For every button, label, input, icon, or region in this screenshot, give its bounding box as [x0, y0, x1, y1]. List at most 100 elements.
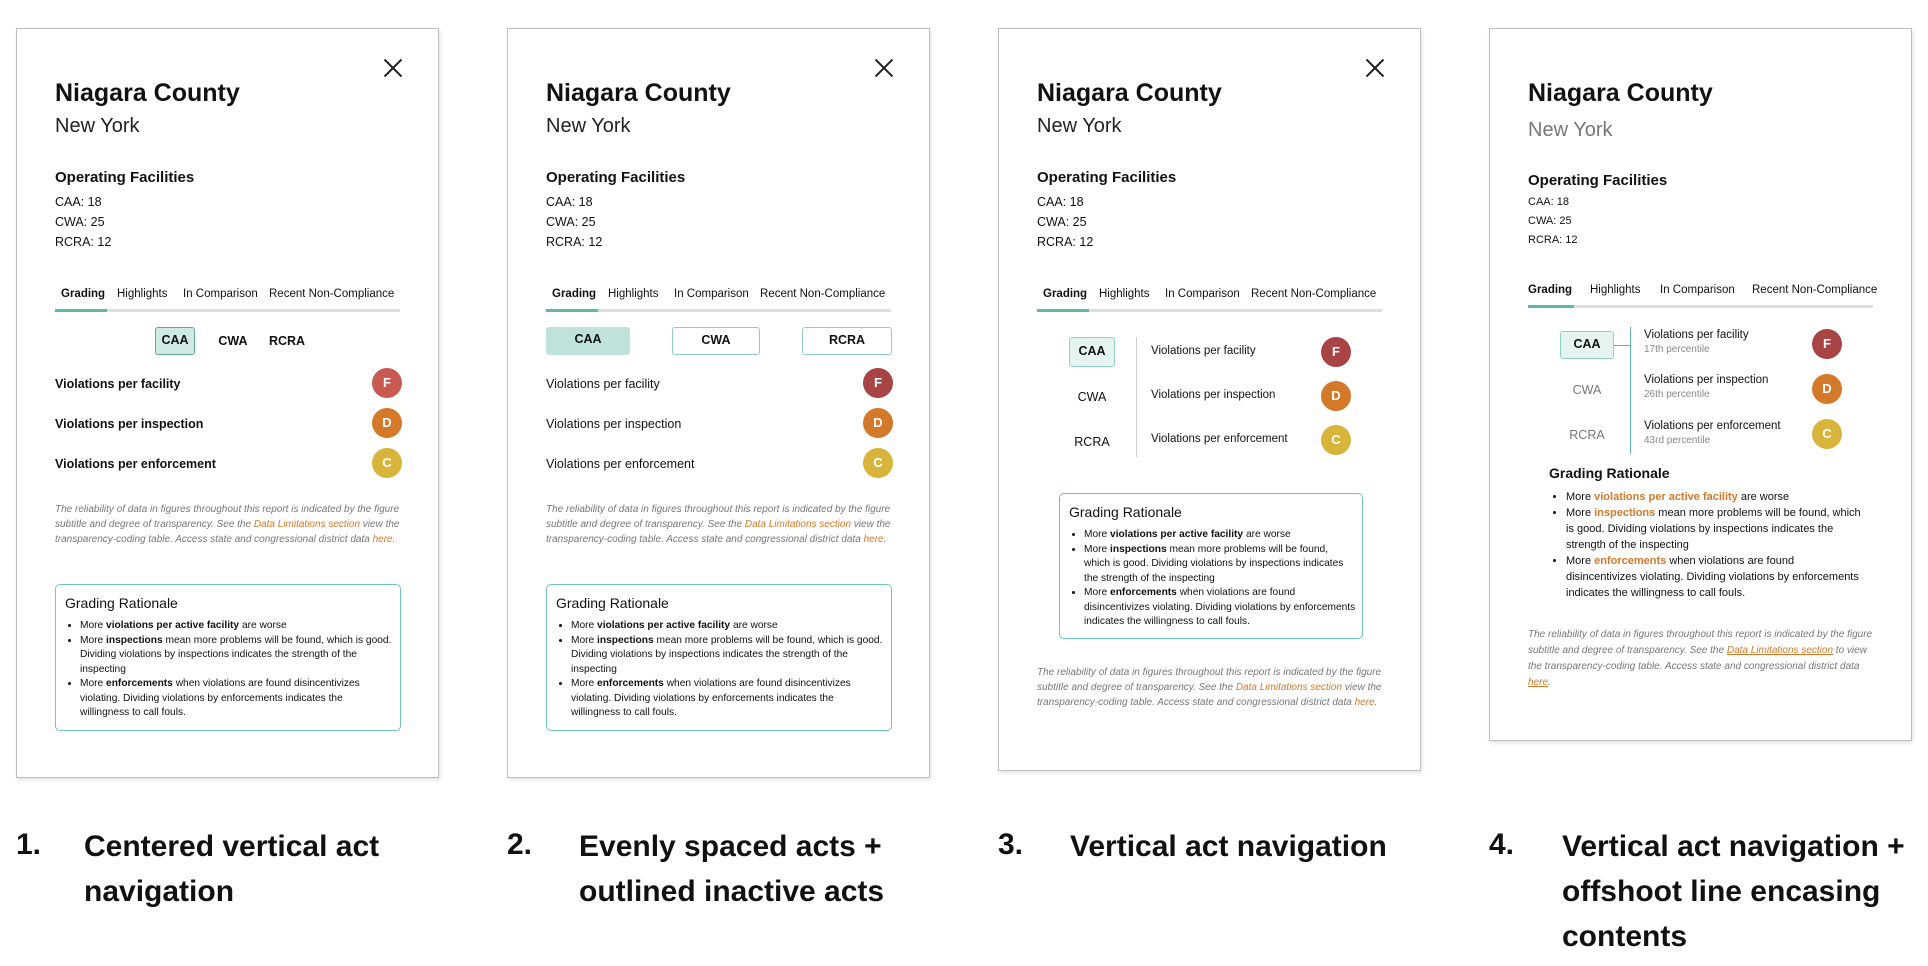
caption-text-1: Centered vertical act navigation	[84, 824, 379, 914]
facility-count-cwa: CWA: 25	[546, 215, 596, 229]
list-item: More inspections mean more problems will…	[571, 634, 883, 678]
data-limitations-link[interactable]: Data Limitations section	[254, 519, 360, 530]
metric-label: Violations per facility	[1644, 329, 1749, 341]
percentile-label: 26th percentile	[1644, 389, 1710, 400]
tab-in-comparison[interactable]: In Comparison	[1165, 288, 1240, 300]
metric-violations-per-enforcement: Violations per enforcement	[546, 457, 695, 471]
here-link[interactable]: here	[1355, 697, 1375, 708]
metric-violations-per-inspection: Violations per inspection	[1151, 389, 1276, 401]
tab-grading[interactable]: Grading	[552, 288, 596, 300]
grading-rationale-title: Grading Rationale	[1549, 465, 1670, 481]
tab-recent-non-compliance[interactable]: Recent Non-Compliance	[1251, 288, 1376, 300]
tab-bar: Grading Highlights In Comparison Recent …	[55, 288, 400, 312]
here-link[interactable]: here	[373, 534, 393, 545]
percentile-label: 17th percentile	[1644, 344, 1710, 355]
facilities-title: Operating Facilities	[55, 169, 195, 186]
tab-in-comparison[interactable]: In Comparison	[1660, 284, 1735, 296]
tab-highlights[interactable]: Highlights	[608, 288, 659, 300]
act-rcra[interactable]: RCRA	[265, 327, 309, 355]
divider	[1136, 337, 1137, 457]
act-cwa[interactable]: CWA	[213, 327, 253, 355]
caption-number-1: 1.	[16, 828, 42, 861]
tab-highlights[interactable]: Highlights	[1590, 284, 1641, 296]
grading-rationale-title: Grading Rationale	[65, 595, 178, 611]
metric-label: Violations per inspection	[1644, 374, 1769, 386]
grade-badge-c: C	[372, 448, 402, 478]
tab-in-comparison[interactable]: In Comparison	[183, 288, 258, 300]
grade-badge-c: C	[1812, 419, 1842, 449]
panel-variant-3: Niagara County New York Operating Facili…	[998, 28, 1421, 771]
act-cwa[interactable]: CWA	[1560, 376, 1614, 404]
tab-recent-non-compliance[interactable]: Recent Non-Compliance	[760, 288, 885, 300]
facility-count-rcra: RCRA: 12	[1037, 235, 1094, 249]
facility-count-cwa: CWA: 25	[1037, 215, 1087, 229]
act-caa[interactable]: CAA	[1069, 337, 1115, 367]
panel-variant-1: Niagara County New York Operating Facili…	[16, 28, 439, 778]
facilities-title: Operating Facilities	[546, 169, 686, 186]
tab-recent-non-compliance[interactable]: Recent Non-Compliance	[269, 288, 394, 300]
grade-badge-d: D	[1321, 381, 1351, 411]
disclaimer-text: The reliability of data in figures throu…	[1528, 627, 1873, 691]
act-caa[interactable]: CAA	[1560, 331, 1614, 359]
percentile-label: 43rd percentile	[1644, 435, 1711, 446]
here-link[interactable]: here	[864, 534, 884, 545]
list-item: More enforcements when violations are fo…	[1566, 553, 1866, 601]
here-link[interactable]: here	[1528, 677, 1548, 688]
caption-line: Vertical act navigation	[1070, 830, 1387, 863]
panel-variant-2: Niagara County New York Operating Facili…	[507, 28, 930, 778]
grading-rationale-title: Grading Rationale	[1069, 504, 1182, 520]
close-icon[interactable]	[1364, 57, 1386, 79]
active-tab-indicator	[1037, 309, 1089, 312]
disclaimer-text: The reliability of data in figures throu…	[1037, 665, 1382, 710]
caption-line: outlined inactive acts	[579, 875, 885, 908]
act-rcra[interactable]: RCRA	[1069, 427, 1115, 457]
act-rcra[interactable]: RCRA	[1560, 421, 1614, 449]
list-item: More violations per active facility are …	[80, 619, 392, 634]
close-icon[interactable]	[873, 57, 895, 79]
tab-bar: Grading Highlights In Comparison Recent …	[1037, 288, 1382, 312]
act-caa[interactable]: CAA	[546, 327, 630, 355]
list-item: More inspections mean more problems will…	[1084, 543, 1356, 587]
list-item: More enforcements when violations are fo…	[80, 677, 392, 721]
close-icon[interactable]	[382, 57, 404, 79]
tab-grading[interactable]: Grading	[61, 288, 105, 300]
disclaimer-text: The reliability of data in figures throu…	[55, 502, 400, 547]
tab-in-comparison[interactable]: In Comparison	[674, 288, 749, 300]
act-cwa[interactable]: CWA	[672, 327, 760, 355]
grade-badge-f: F	[1321, 337, 1351, 367]
metric-violations-per-enforcement: Violations per enforcement	[55, 457, 216, 471]
metric-violations-per-facility: Violations per facility	[546, 377, 660, 391]
list-item: More inspections mean more problems will…	[80, 634, 392, 678]
grading-rationale-box: Grading Rationale More violations per ac…	[546, 584, 892, 731]
facilities-title: Operating Facilities	[1037, 169, 1177, 186]
tab-highlights[interactable]: Highlights	[117, 288, 168, 300]
facility-count-cwa: CWA: 25	[1528, 215, 1572, 227]
list-item: More enforcements when violations are fo…	[1084, 586, 1356, 630]
grade-badge-f: F	[372, 368, 402, 398]
grading-rationale-box: Grading Rationale More violations per ac…	[1059, 493, 1363, 639]
tab-grading[interactable]: Grading	[1043, 288, 1087, 300]
act-caa[interactable]: CAA	[155, 327, 195, 355]
caption-line: contents	[1562, 920, 1688, 953]
facilities-title: Operating Facilities	[1528, 172, 1668, 189]
data-limitations-link[interactable]: Data Limitations section	[1727, 645, 1833, 656]
act-cwa[interactable]: CWA	[1069, 382, 1115, 412]
tab-highlights[interactable]: Highlights	[1099, 288, 1150, 300]
data-limitations-link[interactable]: Data Limitations section	[1236, 682, 1342, 693]
caption-line: Evenly spaced acts +	[579, 830, 882, 863]
facility-count-rcra: RCRA: 12	[55, 235, 112, 249]
caption-line: Centered vertical act	[84, 830, 380, 863]
grade-badge-f: F	[1812, 329, 1842, 359]
active-tab-indicator	[1528, 305, 1574, 308]
state-subtitle: New York	[1037, 115, 1122, 137]
tab-recent-non-compliance[interactable]: Recent Non-Compliance	[1752, 284, 1877, 296]
grading-rationale-list: More violations per active facility are …	[1084, 528, 1356, 630]
county-title: Niagara County	[1037, 79, 1222, 107]
tab-grading[interactable]: Grading	[1528, 284, 1572, 296]
grading-rationale-list: More violations per active facility are …	[571, 619, 883, 721]
tab-bar: Grading Highlights In Comparison Recent …	[1528, 284, 1877, 308]
act-rcra[interactable]: RCRA	[802, 327, 892, 355]
data-limitations-link[interactable]: Data Limitations section	[745, 519, 851, 530]
facility-count-caa: CAA: 18	[1528, 196, 1569, 208]
grade-badge-c: C	[863, 448, 893, 478]
